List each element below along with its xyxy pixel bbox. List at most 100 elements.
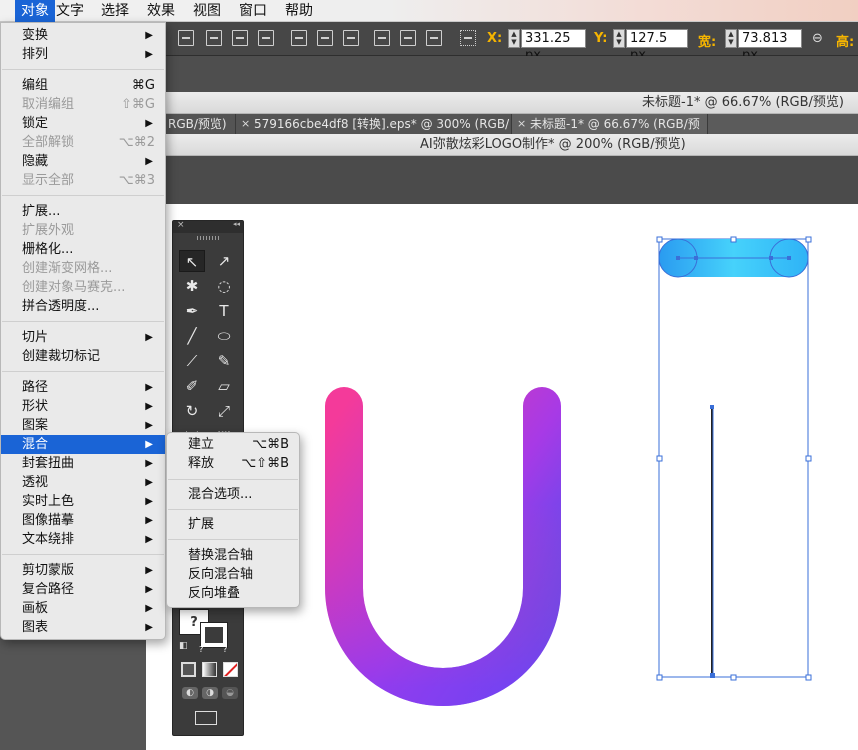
pen-tool-icon[interactable]: ✒ bbox=[179, 300, 205, 322]
menu-item-path[interactable]: 路径 ▶ bbox=[1, 378, 165, 397]
menu-item-envelope-distort[interactable]: 封套扭曲 ▶ bbox=[1, 454, 165, 473]
x-field[interactable]: 331.25 px bbox=[521, 29, 586, 63]
screen-mode-icon[interactable] bbox=[195, 711, 217, 725]
magic-wand-tool-icon[interactable]: ✱ bbox=[179, 275, 205, 297]
menu-item-reverse-front-to-back[interactable]: 反向堆叠 bbox=[167, 584, 299, 603]
menu-separator bbox=[2, 371, 164, 372]
menu-item-transform[interactable]: 变换 ▶ bbox=[1, 26, 165, 45]
menu-item-clipping-mask[interactable]: 剪切蒙版 ▶ bbox=[1, 561, 165, 580]
align-right-icon[interactable] bbox=[258, 30, 274, 46]
blob-brush-tool-icon[interactable]: ✐ bbox=[179, 375, 205, 397]
mini-swatch-1[interactable]: ? bbox=[199, 645, 203, 654]
menu-effect[interactable]: 效果 bbox=[141, 0, 181, 22]
menu-item-create-object-mosaic[interactable]: 创建对象马赛克... bbox=[1, 278, 165, 297]
menu-item-blend-options[interactable]: 混合选项... bbox=[167, 485, 299, 504]
menu-item-hide[interactable]: 隐藏 ▶ bbox=[1, 152, 165, 171]
menu-item-expand[interactable]: 扩展... bbox=[1, 202, 165, 221]
menu-item-flatten-transparency[interactable]: 拼合透明度... bbox=[1, 297, 165, 316]
line-tool-icon[interactable]: ╱ bbox=[179, 325, 205, 347]
rotate-tool-icon[interactable]: ↻ bbox=[179, 400, 205, 422]
menu-item-rasterize[interactable]: 栅格化... bbox=[1, 240, 165, 259]
menu-item-image-trace[interactable]: 图像描摹 ▶ bbox=[1, 511, 165, 530]
menu-separator bbox=[168, 539, 298, 540]
menu-type[interactable]: 文字 bbox=[50, 0, 90, 22]
align-hcenter-icon[interactable] bbox=[206, 30, 222, 46]
paintbrush-tool-icon[interactable]: ⟋ bbox=[179, 350, 205, 372]
collapse-icon[interactable]: ◂◂ bbox=[233, 220, 240, 228]
menu-item-label: 锁定 bbox=[22, 116, 49, 131]
close-icon[interactable]: × bbox=[241, 114, 250, 134]
swap-colors-icon[interactable]: ◧ bbox=[179, 641, 188, 651]
menu-item-live-paint[interactable]: 实时上色 ▶ bbox=[1, 492, 165, 511]
tab-document-3[interactable]: × 未标题-1* @ 66.67% (RGB/预览) bbox=[512, 114, 708, 151]
menu-object[interactable]: 对象 bbox=[15, 0, 55, 22]
menu-item-group[interactable]: 编组 ⌘G bbox=[1, 76, 165, 95]
align-left-icon[interactable] bbox=[178, 30, 194, 46]
menu-item-show-all[interactable]: 显示全部 ⌥⌘3 bbox=[1, 171, 165, 190]
x-stepper[interactable]: ▲ ▼ bbox=[508, 29, 520, 48]
ellipse-tool-icon[interactable]: ⬭ bbox=[211, 325, 237, 347]
menu-view[interactable]: 视图 bbox=[187, 0, 227, 22]
gradient-mode-icon[interactable] bbox=[202, 662, 217, 677]
u-shape[interactable] bbox=[325, 387, 561, 706]
none-mode-icon[interactable] bbox=[223, 662, 238, 677]
type-tool-icon[interactable]: T bbox=[211, 300, 237, 322]
menu-item-label: 反向堆叠 bbox=[188, 586, 241, 601]
menu-item-create-trim-marks[interactable]: 创建裁切标记 bbox=[1, 347, 165, 366]
menu-item-replace-spine[interactable]: 替换混合轴 bbox=[167, 546, 299, 565]
pencil-tool-icon[interactable]: ✎ bbox=[211, 350, 237, 372]
menu-item-expand-blend[interactable]: 扩展 bbox=[167, 515, 299, 534]
distribute-center-icon[interactable] bbox=[400, 30, 416, 46]
menu-item-text-wrap[interactable]: 文本绕排 ▶ bbox=[1, 530, 165, 549]
draw-normal-icon[interactable]: ◐ bbox=[182, 687, 198, 699]
menu-item-compound-path[interactable]: 复合路径 ▶ bbox=[1, 580, 165, 599]
menu-item-label: 释放 bbox=[188, 456, 215, 471]
menu-item-ungroup[interactable]: 取消编组 ⇧⌘G bbox=[1, 95, 165, 114]
constrain-proportions-icon[interactable]: ⊖ bbox=[812, 31, 823, 46]
eraser-tool-icon[interactable]: ▱ bbox=[211, 375, 237, 397]
menu-item-expand-appearance[interactable]: 扩展外观 bbox=[1, 221, 165, 240]
close-icon[interactable]: × bbox=[517, 114, 526, 134]
menu-item-graph[interactable]: 图表 ▶ bbox=[1, 618, 165, 637]
menu-item-make-blend[interactable]: 建立 ⌥⌘B bbox=[167, 435, 299, 454]
selection-tool-icon[interactable]: ↖ bbox=[179, 250, 205, 272]
menu-item-unlock-all[interactable]: 全部解锁 ⌥⌘2 bbox=[1, 133, 165, 152]
blend-object[interactable] bbox=[656, 236, 812, 681]
align-vcenter-icon[interactable] bbox=[317, 30, 333, 46]
scale-tool-icon[interactable]: ⤢ bbox=[211, 400, 237, 422]
draw-behind-icon[interactable]: ◑ bbox=[202, 687, 218, 699]
menu-item-perspective[interactable]: 透视 ▶ bbox=[1, 473, 165, 492]
width-stepper[interactable]: ▲ ▼ bbox=[725, 29, 737, 48]
menu-item-blend[interactable]: 混合 ▶ bbox=[1, 435, 165, 454]
menu-item-reverse-spine[interactable]: 反向混合轴 bbox=[167, 565, 299, 584]
menu-item-artboards[interactable]: 画板 ▶ bbox=[1, 599, 165, 618]
close-icon[interactable]: × bbox=[177, 220, 185, 230]
menu-window[interactable]: 窗口 bbox=[233, 0, 273, 22]
y-field[interactable]: 127.5 px bbox=[626, 29, 688, 63]
menu-item-pattern[interactable]: 图案 ▶ bbox=[1, 416, 165, 435]
stroke-swatch[interactable] bbox=[200, 622, 228, 648]
direct-selection-tool-icon[interactable]: ↗ bbox=[211, 250, 237, 272]
panel-grip[interactable] bbox=[197, 236, 219, 240]
menu-item-lock[interactable]: 锁定 ▶ bbox=[1, 114, 165, 133]
y-stepper[interactable]: ▲ ▼ bbox=[613, 29, 625, 48]
menu-item-arrange[interactable]: 排列 ▶ bbox=[1, 45, 165, 64]
menu-select[interactable]: 选择 bbox=[95, 0, 135, 22]
align-hcenter2-icon[interactable] bbox=[232, 30, 248, 46]
menu-item-release-blend[interactable]: 释放 ⌥⇧⌘B bbox=[167, 454, 299, 473]
width-field[interactable]: 73.813 px bbox=[738, 29, 802, 63]
color-mode-icon[interactable] bbox=[181, 662, 196, 677]
lasso-tool-icon[interactable]: ◌ bbox=[211, 275, 237, 297]
align-bottom-icon[interactable] bbox=[343, 30, 359, 46]
distribute-right-icon[interactable] bbox=[426, 30, 442, 46]
tab-document-2[interactable]: × 579166cbe4df8 [转换].eps* @ 300% (RGB/预览… bbox=[236, 114, 512, 151]
distribute-left-icon[interactable] bbox=[374, 30, 390, 46]
menu-help[interactable]: 帮助 bbox=[279, 0, 319, 22]
mini-swatch-2[interactable]: ? bbox=[223, 645, 227, 654]
menu-item-slice[interactable]: 切片 ▶ bbox=[1, 328, 165, 347]
menu-item-create-gradient-mesh[interactable]: 创建渐变网格... bbox=[1, 259, 165, 278]
menu-item-shape[interactable]: 形状 ▶ bbox=[1, 397, 165, 416]
reference-point-icon[interactable] bbox=[460, 30, 476, 46]
draw-inside-icon[interactable]: ◒ bbox=[222, 687, 238, 699]
align-top-icon[interactable] bbox=[291, 30, 307, 46]
